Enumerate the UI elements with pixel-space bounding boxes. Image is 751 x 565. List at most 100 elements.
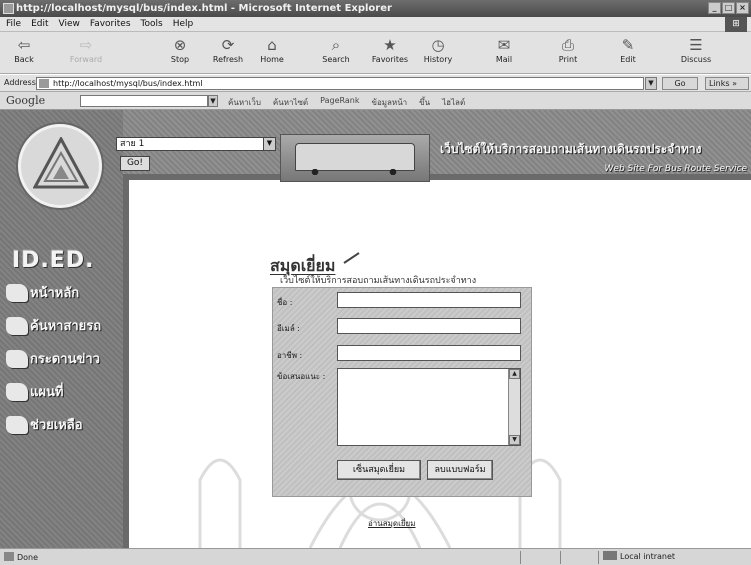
banner-title: เว็บไซต์ให้บริการสอบถามเส้นทางเดินรถประจ… [440, 142, 702, 156]
home-icon: ⌂ [267, 36, 277, 54]
forward-label: Forward [69, 55, 103, 64]
google-logo[interactable]: Google [6, 94, 45, 107]
history-label: History [423, 55, 453, 64]
nav-help[interactable]: ช่วยเหลือ [6, 410, 118, 439]
google-search-web-button[interactable]: ค้นหาเว็บ [228, 96, 261, 109]
search-button[interactable]: ⌕ Search [316, 35, 356, 71]
sign-guestbook-button[interactable]: เซ็นสมุดเยี่ยม [337, 460, 421, 480]
banner-subtitle: Web Site For Bus Route Service [604, 164, 747, 174]
nav-home-label: หน้าหลัก [30, 286, 80, 301]
refresh-button[interactable]: ⟳ Refresh [208, 35, 248, 71]
nav-search-route[interactable]: ค้นหาสายรถ [6, 311, 118, 340]
minimize-button[interactable]: _ [708, 2, 721, 14]
stop-label: Stop [170, 55, 190, 64]
address-go-button[interactable]: Go [662, 77, 698, 90]
menu-edit[interactable]: Edit [31, 19, 48, 29]
status-text: Done [4, 552, 38, 562]
email-label: อีเมล์ : [277, 324, 300, 333]
address-input[interactable]: http://localhost/mysql/bus/index.html [36, 77, 644, 90]
status-bar: Done Local intranet [0, 548, 751, 565]
reset-form-button[interactable]: ลบแบบฟอร์ม [427, 460, 493, 480]
email-field[interactable] [337, 318, 521, 334]
google-up-button[interactable]: ขึ้น [419, 96, 430, 109]
google-highlight-button[interactable]: ไฮไลต์ [442, 96, 465, 109]
scroll-up-icon[interactable]: ▲ [509, 369, 520, 379]
menu-tools[interactable]: Tools [141, 19, 163, 29]
google-pagerank[interactable]: PageRank [320, 96, 359, 109]
site-brand: ID.ED. [12, 248, 95, 273]
name-field[interactable] [337, 292, 521, 308]
menu-view[interactable]: View [59, 19, 80, 29]
back-label: Back [14, 55, 34, 64]
occupation-label: อาชีพ : [277, 351, 303, 360]
back-button[interactable]: ⇦ Back [4, 35, 44, 71]
edit-label: Edit [620, 55, 636, 64]
nav-webboard[interactable]: กระดานข่าว [6, 344, 118, 373]
mail-label: Mail [495, 55, 513, 64]
menu-favorites[interactable]: Favorites [90, 19, 131, 29]
favorites-label: Favorites [371, 55, 409, 64]
discuss-button[interactable]: ☰ Discuss [676, 35, 716, 71]
nav-help-label: ช่วยเหลือ [30, 418, 83, 433]
windows-logo-icon: ⊞ [725, 17, 747, 32]
pen-icon [343, 252, 362, 264]
route-go-button[interactable]: Go! [120, 156, 150, 171]
links-button[interactable]: Links » [705, 77, 749, 90]
favorites-button[interactable]: ★ Favorites [370, 35, 410, 71]
webboard-icon [6, 349, 28, 368]
status-divider [520, 551, 521, 564]
security-zone: Local intranet [598, 551, 751, 564]
page-icon [39, 79, 49, 88]
menu-file[interactable]: File [6, 19, 21, 29]
route-select[interactable]: สาย 1 ▼ [116, 137, 276, 151]
site-nav: หน้าหลัก ค้นหาสายรถ กระดานข่าว แผนที่ ช่… [6, 278, 118, 443]
scroll-down-icon[interactable]: ▼ [509, 435, 520, 445]
google-toolbar: Google ▼ ค้นหาเว็บ ค้นหาไซต์ PageRank ข้… [0, 92, 751, 110]
stop-icon: ⊗ [173, 36, 187, 54]
standard-toolbar: ⇦ Back ⇨ Forward ⊗ Stop ⟳ Refresh ⌂ Home… [0, 32, 751, 74]
chevron-down-icon[interactable]: ▼ [263, 138, 275, 150]
history-button[interactable]: ◷ History [418, 35, 458, 71]
maximize-button[interactable]: □ [722, 2, 735, 14]
google-toolbar-items: ค้นหาเว็บ ค้นหาไซต์ PageRank ข้อมูลหน้า … [228, 96, 465, 109]
occupation-field[interactable] [337, 345, 521, 361]
nav-map[interactable]: แผนที่ [6, 377, 118, 406]
edit-button[interactable]: ✎ Edit [608, 35, 648, 71]
google-search-site-button[interactable]: ค้นหาไซต์ [273, 96, 308, 109]
address-dropdown-button[interactable]: ▼ [645, 77, 657, 90]
nav-webboard-label: กระดานข่าว [30, 352, 100, 367]
search-label: Search [322, 55, 350, 64]
map-icon [6, 382, 28, 401]
close-button[interactable]: × [736, 2, 749, 14]
refresh-label: Refresh [212, 55, 244, 64]
mail-button[interactable]: ✉ Mail [484, 35, 524, 71]
forward-arrow-icon: ⇨ [79, 36, 93, 54]
window-controls: _ □ × [708, 2, 749, 14]
google-search-dropdown[interactable]: ▼ [208, 95, 218, 107]
bus-banner-image [280, 134, 430, 182]
name-label: ชื่อ : [277, 298, 293, 307]
forward-button[interactable]: ⇨ Forward [66, 35, 106, 71]
refresh-icon: ⟳ [221, 36, 235, 54]
comment-label: ข้อเสนอแนะ : [277, 372, 326, 381]
discuss-icon: ☰ [689, 36, 703, 54]
address-bar: Address http://localhost/mysql/bus/index… [0, 75, 751, 92]
google-search-input[interactable] [80, 95, 208, 107]
print-button[interactable]: ⎙ Print [548, 35, 588, 71]
favorites-icon: ★ [383, 36, 397, 54]
print-label: Print [558, 55, 578, 64]
guestbook-subheading: เว็บไซต์ให้บริการสอบถามเส้นทางเดินรถประจ… [280, 276, 477, 286]
menu-help[interactable]: Help [173, 19, 194, 29]
stop-button[interactable]: ⊗ Stop [160, 35, 200, 71]
google-page-info-button[interactable]: ข้อมูลหน้า [371, 96, 407, 109]
read-guestbook-link[interactable]: อ่านสมุดเยี่ยม [368, 517, 416, 530]
site-logo[interactable] [18, 124, 102, 208]
nav-home[interactable]: หน้าหลัก [6, 278, 118, 307]
edit-icon: ✎ [621, 36, 635, 54]
home-button[interactable]: ⌂ Home [252, 35, 292, 71]
mail-icon: ✉ [497, 36, 511, 54]
comment-scrollbar[interactable]: ▲ ▼ [508, 369, 520, 445]
nav-map-label: แผนที่ [30, 385, 64, 400]
comment-textarea[interactable]: ▲ ▼ [337, 368, 521, 446]
ie-logo-icon [3, 3, 14, 14]
